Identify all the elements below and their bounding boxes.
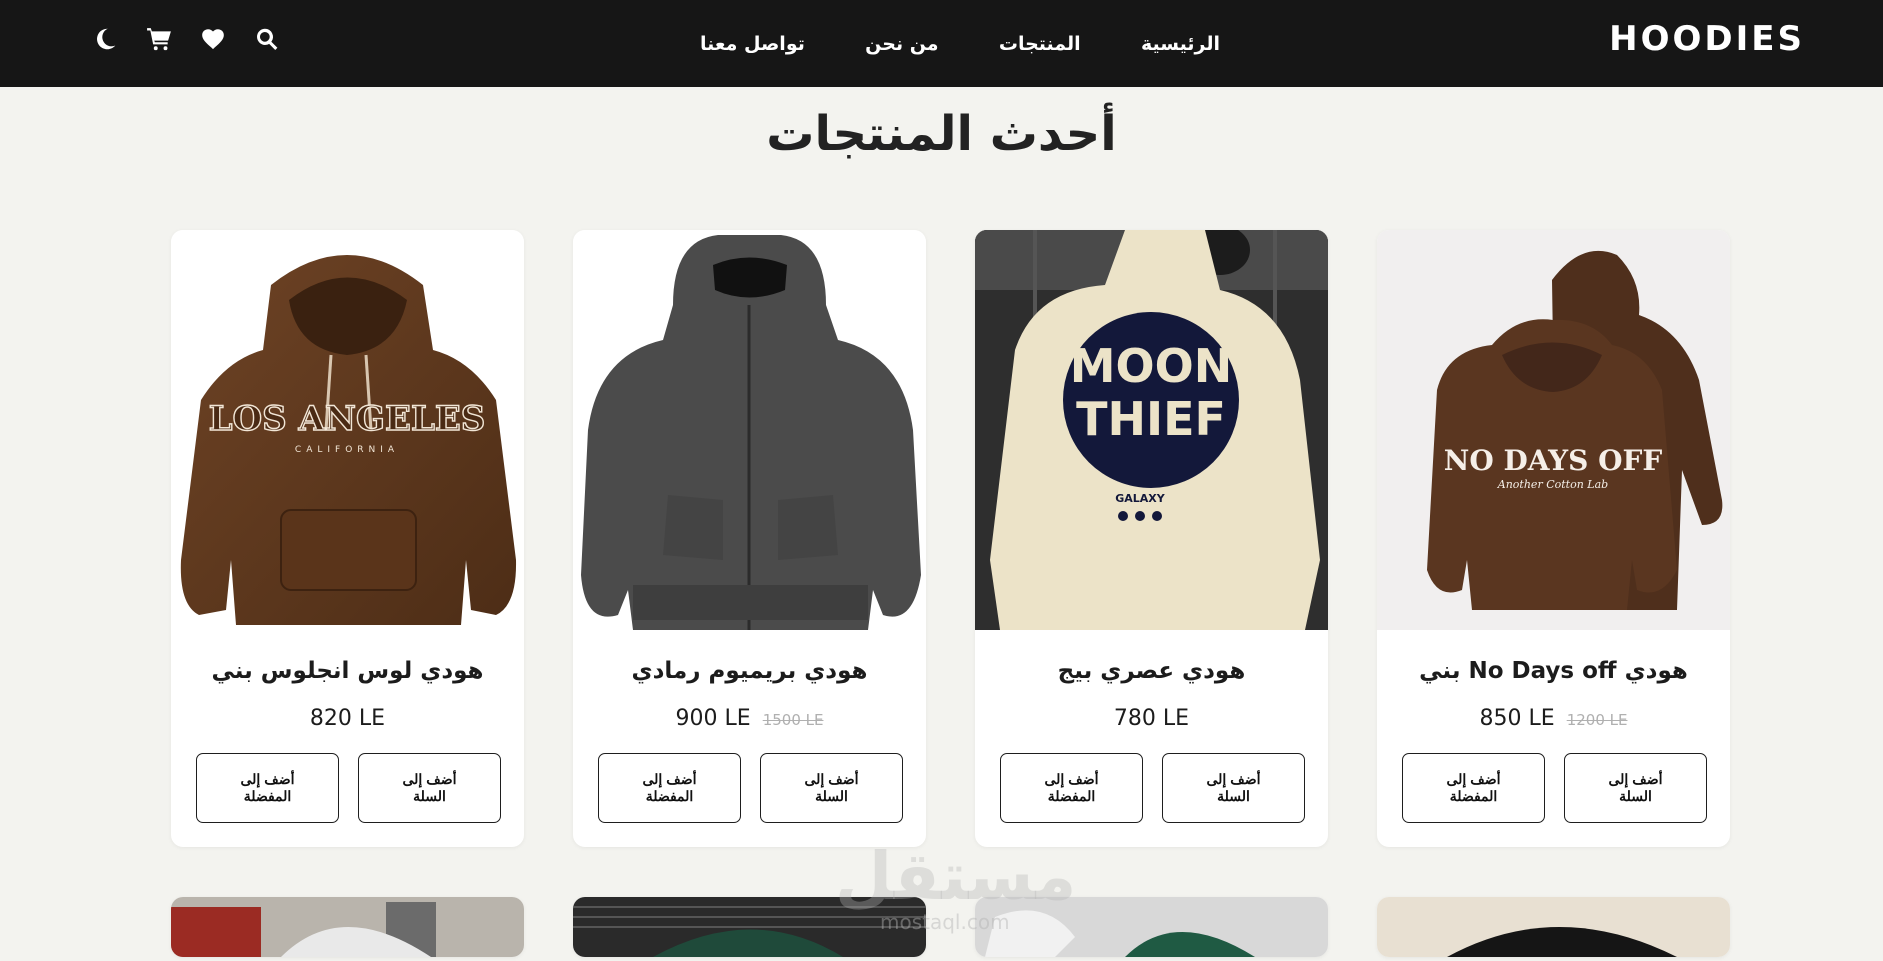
current-price: 780 LE [1113, 706, 1190, 731]
product-image[interactable] [573, 230, 926, 630]
product-image[interactable] [171, 897, 524, 957]
print-text-2: THIEF [1076, 392, 1226, 446]
nav-link-contact[interactable]: تواصل معنا [700, 33, 805, 55]
product-actions: أضف إلى السلة أضف إلى المفضلة [1402, 753, 1707, 823]
print-subtext: CALIFORNIA [295, 445, 399, 455]
add-to-cart-button[interactable]: أضف إلى السلة [760, 753, 903, 823]
product-actions: أضف إلى السلة أضف إلى المفضلة [1000, 753, 1305, 823]
product-price: 900 LE 1500 LE [573, 706, 926, 731]
heart-icon[interactable] [198, 24, 228, 54]
print-subtext: GALAXY [1115, 492, 1166, 505]
search-icon[interactable] [252, 24, 282, 54]
product-image[interactable] [1377, 897, 1730, 957]
old-price: 1500 LE [762, 711, 824, 729]
add-to-favorites-button[interactable]: أضف إلى المفضلة [598, 753, 741, 823]
product-card: NO DAYS OFF Another Cotton Lab هودي No D… [1377, 230, 1730, 847]
nav-link-home[interactable]: الرئيسية [1141, 33, 1220, 55]
product-price: 850 LE 1200 LE [1377, 706, 1730, 731]
nav-link-products[interactable]: المنتجات [999, 33, 1081, 55]
product-card: هودي بريميوم رمادي 900 LE 1500 LE أضف إلى… [573, 230, 926, 847]
product-image[interactable]: NO DAYS OFF Another Cotton Lab [1377, 230, 1730, 630]
brand-logo[interactable]: HOODIES [1609, 19, 1805, 59]
product-image[interactable] [975, 897, 1328, 957]
add-to-cart-button[interactable]: أضف إلى السلة [358, 753, 501, 823]
product-name[interactable]: هودي بريميوم رمادي [573, 658, 926, 684]
products-grid: LOS ANGELES CALIFORNIA هودي لوس انجلوس ب… [171, 230, 1731, 847]
product-card: MOON THIEF GALAXY هودي عصري بيج 780 LE أ… [975, 230, 1328, 847]
old-price: 1200 LE [1566, 711, 1628, 729]
print-text-1: MOON [1070, 339, 1232, 393]
add-to-cart-button[interactable]: أضف إلى السلة [1162, 753, 1305, 823]
cart-icon[interactable] [144, 24, 174, 54]
current-price: 900 LE [675, 706, 751, 731]
product-price: 780 LE [975, 706, 1328, 731]
print-subtext: Another Cotton Lab [1497, 478, 1608, 491]
section-title: أحدث المنتجات [766, 106, 1117, 162]
product-card [573, 897, 926, 957]
nav-link-about[interactable]: من نحن [865, 33, 938, 55]
product-image[interactable]: LOS ANGELES CALIFORNIA [171, 230, 524, 630]
product-name[interactable]: هودي عصري بيج [975, 658, 1328, 684]
product-name[interactable]: هودي No Days off بني [1377, 658, 1730, 684]
add-to-favorites-button[interactable]: أضف إلى المفضلة [1402, 753, 1545, 823]
add-to-cart-button[interactable]: أضف إلى السلة [1564, 753, 1707, 823]
product-actions: أضف إلى السلة أضف إلى المفضلة [196, 753, 501, 823]
main-nav: الرئيسية المنتجات من نحن تواصل معنا [700, 26, 1220, 62]
add-to-favorites-button[interactable]: أضف إلى المفضلة [1000, 753, 1143, 823]
print-text: NO DAYS OFF [1444, 444, 1663, 477]
current-price: 820 LE [309, 706, 386, 731]
product-price: 820 LE [171, 706, 524, 731]
top-navbar: HOODIES الرئيسية المنتجات من نحن تواصل م… [0, 0, 1883, 87]
product-actions: أضف إلى السلة أضف إلى المفضلة [598, 753, 903, 823]
product-name[interactable]: هودي لوس انجلوس بني [171, 658, 524, 684]
product-image[interactable]: MOON THIEF GALAXY [975, 230, 1328, 630]
products-grid-row-2 [171, 897, 1731, 957]
product-image[interactable] [573, 897, 926, 957]
product-card [975, 897, 1328, 957]
add-to-favorites-button[interactable]: أضف إلى المفضلة [196, 753, 339, 823]
product-card [1377, 897, 1730, 957]
nav-icon-group [90, 24, 282, 54]
product-card: LOS ANGELES CALIFORNIA هودي لوس انجلوس ب… [171, 230, 524, 847]
print-text: LOS ANGELES [209, 399, 486, 439]
product-card [171, 897, 524, 957]
moon-icon[interactable] [90, 24, 120, 54]
current-price: 850 LE [1479, 706, 1555, 731]
